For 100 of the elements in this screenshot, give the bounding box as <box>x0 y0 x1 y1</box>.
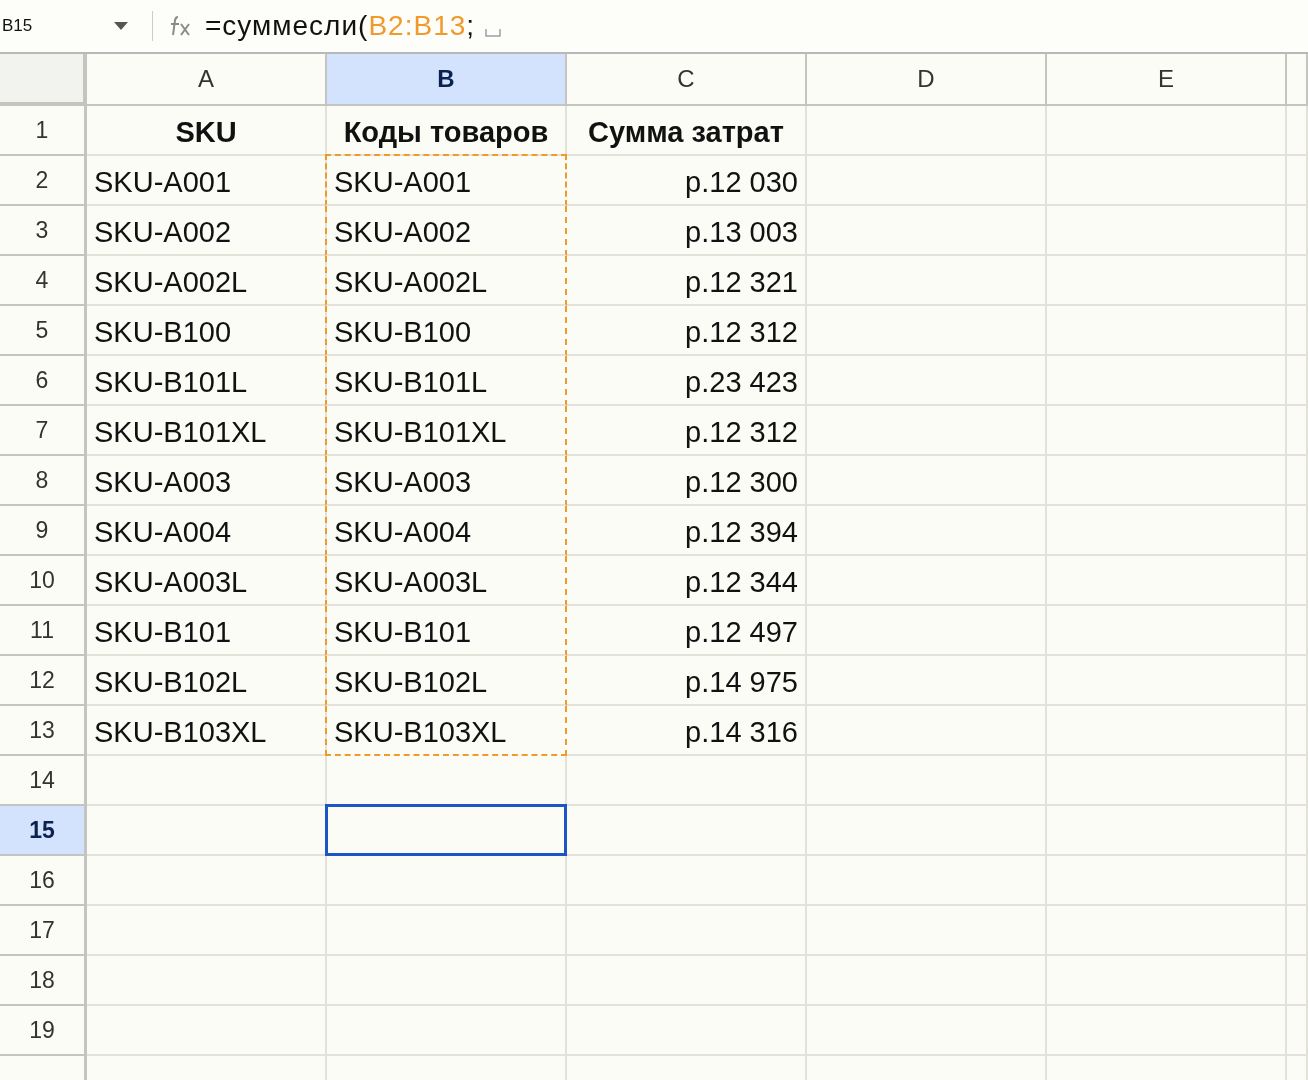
empty-cell[interactable] <box>327 906 567 956</box>
empty-cell[interactable] <box>807 206 1047 256</box>
row-header[interactable]: 15 <box>0 806 87 856</box>
table-cell: SKU-A004 <box>87 506 327 556</box>
empty-cell[interactable] <box>1047 956 1287 1006</box>
row-header[interactable]: 8 <box>0 456 87 506</box>
column-header[interactable]: A <box>87 54 327 106</box>
empty-cell[interactable] <box>1287 556 1308 606</box>
empty-cell[interactable] <box>1047 906 1287 956</box>
empty-cell[interactable] <box>807 256 1047 306</box>
caret-icon[interactable] <box>114 22 128 30</box>
empty-cell[interactable] <box>1287 906 1308 956</box>
empty-cell[interactable] <box>1287 256 1308 306</box>
empty-cell[interactable] <box>1047 856 1287 906</box>
empty-cell[interactable] <box>1047 256 1287 306</box>
empty-cell[interactable] <box>807 406 1047 456</box>
empty-cell[interactable] <box>1047 706 1287 756</box>
empty-cell[interactable] <box>1047 406 1287 456</box>
row-header[interactable]: 14 <box>0 756 87 806</box>
empty-cell[interactable] <box>1047 506 1287 556</box>
empty-cell[interactable] <box>807 306 1047 356</box>
empty-cell[interactable] <box>327 856 567 906</box>
empty-cell[interactable] <box>1047 606 1287 656</box>
empty-cell[interactable] <box>1047 656 1287 706</box>
empty-cell[interactable] <box>807 106 1047 156</box>
empty-cell[interactable] <box>1047 1006 1287 1056</box>
row-header[interactable]: 13 <box>0 706 87 756</box>
row-header[interactable]: 4 <box>0 256 87 306</box>
empty-cell[interactable] <box>1047 806 1287 856</box>
empty-cell[interactable] <box>1287 806 1308 856</box>
empty-cell[interactable] <box>1287 206 1308 256</box>
empty-cell[interactable] <box>807 706 1047 756</box>
empty-cell[interactable] <box>327 1006 567 1056</box>
row-header[interactable]: 3 <box>0 206 87 256</box>
empty-cell[interactable] <box>807 856 1047 906</box>
empty-cell[interactable] <box>1287 1006 1308 1056</box>
empty-cell[interactable] <box>1047 756 1287 806</box>
empty-cell[interactable] <box>807 606 1047 656</box>
empty-cell[interactable] <box>807 506 1047 556</box>
empty-cell[interactable] <box>1287 406 1308 456</box>
empty-cell[interactable] <box>1287 756 1308 806</box>
column-header[interactable] <box>1287 54 1308 106</box>
empty-cell[interactable] <box>807 906 1047 956</box>
column-header[interactable]: B <box>327 54 567 106</box>
table-cell: р.12 394 <box>567 506 807 556</box>
empty-cell[interactable] <box>1287 356 1308 406</box>
row-header[interactable]: 7 <box>0 406 87 456</box>
empty-cell[interactable] <box>807 956 1047 1006</box>
row-header[interactable]: 9 <box>0 506 87 556</box>
empty-cell[interactable] <box>1287 706 1308 756</box>
empty-cell[interactable] <box>807 356 1047 406</box>
row-header[interactable]: 17 <box>0 906 87 956</box>
empty-cell[interactable] <box>1287 856 1308 906</box>
row-header[interactable]: 6 <box>0 356 87 406</box>
column-header[interactable]: E <box>1047 54 1287 106</box>
row-header[interactable]: 10 <box>0 556 87 606</box>
empty-cell[interactable] <box>1287 456 1308 506</box>
table-cell: Коды товаров <box>327 106 567 156</box>
empty-cell[interactable] <box>1287 506 1308 556</box>
empty-cell[interactable] <box>1047 456 1287 506</box>
empty-cell[interactable] <box>807 656 1047 706</box>
empty-cell[interactable] <box>1047 306 1287 356</box>
empty-cell[interactable] <box>1287 956 1308 1006</box>
empty-cell[interactable] <box>807 556 1047 606</box>
empty-cell[interactable] <box>1287 656 1308 706</box>
empty-cell[interactable] <box>567 856 807 906</box>
formula-field[interactable]: =суммесли(B2:B13; <box>205 10 502 42</box>
select-all-corner[interactable] <box>0 54 87 106</box>
empty-cell[interactable] <box>807 806 1047 856</box>
row-header[interactable]: 5 <box>0 306 87 356</box>
empty-cell[interactable] <box>567 806 807 856</box>
empty-cell[interactable] <box>1287 606 1308 656</box>
empty-cell[interactable] <box>567 906 807 956</box>
empty-cell[interactable] <box>567 1006 807 1056</box>
empty-cell[interactable] <box>1287 156 1308 206</box>
row-header[interactable]: 1 <box>0 106 87 156</box>
empty-cell[interactable] <box>807 756 1047 806</box>
empty-cell[interactable] <box>807 156 1047 206</box>
row-header[interactable]: 11 <box>0 606 87 656</box>
column-header[interactable]: C <box>567 54 807 106</box>
row-header[interactable]: 18 <box>0 956 87 1006</box>
row-header[interactable]: 19 <box>0 1006 87 1056</box>
empty-cell[interactable] <box>327 956 567 1006</box>
empty-cell[interactable] <box>1047 356 1287 406</box>
name-box[interactable]: B15 <box>2 16 114 36</box>
empty-cell[interactable] <box>1047 156 1287 206</box>
active-cell[interactable] <box>325 804 567 856</box>
empty-cell[interactable] <box>1047 556 1287 606</box>
row-header[interactable]: 16 <box>0 856 87 906</box>
column-header[interactable]: D <box>807 54 1047 106</box>
empty-cell[interactable] <box>1287 306 1308 356</box>
empty-cell[interactable] <box>1047 206 1287 256</box>
empty-cell[interactable] <box>807 456 1047 506</box>
table-cell: SKU-B101L <box>325 356 567 406</box>
empty-cell[interactable] <box>567 756 807 806</box>
row-header[interactable]: 2 <box>0 156 87 206</box>
empty-cell[interactable] <box>567 956 807 1006</box>
empty-cell[interactable] <box>807 1006 1047 1056</box>
empty-cell[interactable] <box>1047 106 1287 156</box>
row-header[interactable]: 12 <box>0 656 87 706</box>
